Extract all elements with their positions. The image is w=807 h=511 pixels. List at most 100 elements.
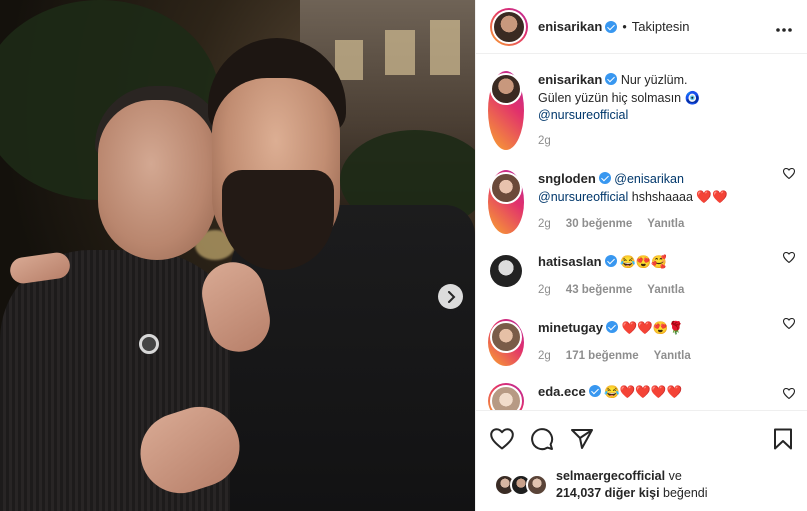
comment-likes[interactable]: 43 beğenme [566, 282, 632, 300]
story-ring[interactable] [488, 71, 524, 150]
brooch [139, 334, 159, 354]
post-side-panel: enisarikan • Takiptesin enisarikan Nur y… [475, 0, 807, 511]
comment-emojis: ❤️❤️😍🌹 [621, 320, 684, 335]
comment-likes[interactable]: 171 beğenme [566, 348, 639, 366]
header-username[interactable]: enisarikan [538, 19, 602, 34]
heart-outline-icon [782, 251, 796, 263]
comment-item: sngloden @enisarikan @nursureofficial hs… [476, 150, 807, 234]
comment-meta: 2g 30 beğenme Yanıtla [538, 216, 767, 234]
comment-meta: 2g 43 beğenme Yanıtla [538, 282, 767, 300]
liker-avatars [494, 474, 548, 496]
likes-connector: ve [668, 469, 682, 483]
comment-emojis: 😂❤️❤️❤️❤️ [604, 384, 683, 399]
comment-username[interactable]: sngloden [538, 171, 596, 186]
post-header: enisarikan • Takiptesin [476, 0, 807, 54]
avatar[interactable] [526, 474, 548, 496]
reply-button[interactable]: Yanıtla [647, 216, 684, 234]
bookmark-icon [774, 428, 792, 450]
caption-time[interactable]: 2g [538, 133, 551, 151]
caption-meta: 2g [538, 133, 767, 151]
comment-button[interactable] [530, 427, 554, 454]
comment-mention[interactable]: @enisarikan [614, 172, 684, 186]
heart-outline-icon [782, 317, 796, 329]
post-actions: selmaergecofficial ve 214,037 diğer kişi… [476, 410, 807, 510]
like-button[interactable] [490, 428, 514, 453]
action-bar [476, 411, 807, 454]
caption-mention[interactable]: @nursureofficial [538, 108, 628, 122]
comment-item: minetugay ❤️❤️😍🌹 2g 171 beğenme Yanıtla [476, 300, 807, 366]
reply-button[interactable]: Yanıtla [654, 348, 691, 366]
caption-text-line2: Gülen yüzün hiç solmasın [538, 90, 682, 105]
chevron-right-icon [447, 290, 455, 303]
post-photo[interactable] [0, 0, 475, 511]
comment-username[interactable]: eda.ece [538, 384, 586, 399]
verified-badge-icon [598, 172, 611, 184]
comment-time[interactable]: 2g [538, 216, 551, 234]
following-button[interactable]: Takiptesin [632, 19, 690, 34]
comment-emojis: 😂😍🥰 [620, 254, 667, 269]
more-horizontal-icon [776, 27, 792, 32]
paper-plane-icon [571, 429, 593, 449]
comment-username[interactable]: minetugay [538, 320, 603, 335]
avatar[interactable] [490, 172, 522, 204]
comment-item: hatisaslan 😂😍🥰 2g 43 beğenme Yanıtla [476, 234, 807, 300]
avatar[interactable] [490, 73, 522, 105]
like-comment-button[interactable] [782, 317, 796, 332]
likes-text: selmaergecofficial ve 214,037 diğer kişi… [556, 468, 708, 502]
avatar[interactable] [492, 9, 526, 44]
avatar-wrap [488, 253, 524, 300]
comment-meta: 2g 171 beğenme Yanıtla [538, 348, 767, 366]
like-comment-button[interactable] [782, 167, 796, 182]
woman-face [98, 100, 216, 260]
comment-likes[interactable]: 30 beğenme [566, 216, 632, 234]
like-comment-button[interactable] [782, 387, 796, 402]
story-ring[interactable] [488, 170, 524, 234]
window-light [385, 30, 415, 75]
separator: • [622, 19, 627, 34]
window-light [335, 40, 363, 80]
comment-body: minetugay ❤️❤️😍🌹 2g 171 beğenme Yanıtla [538, 319, 793, 366]
comment-body: hatisaslan 😂😍🥰 2g 43 beğenme Yanıtla [538, 253, 793, 300]
verified-badge-icon [604, 254, 617, 267]
save-button[interactable] [773, 428, 793, 453]
comment-emojis: ❤️❤️ [696, 189, 728, 204]
caption: enisarikan Nur yüzlüm. Gülen yüzün hiç s… [476, 55, 807, 150]
likes-count-link[interactable]: 214,037 diğer kişi [556, 486, 660, 500]
next-photo-button[interactable] [438, 284, 463, 309]
comment-body: sngloden @enisarikan @nursureofficial hs… [538, 170, 793, 234]
comment-username[interactable]: hatisaslan [538, 254, 602, 269]
story-ring[interactable] [488, 382, 524, 410]
heart-outline-icon [490, 428, 514, 450]
comment-body: eda.ece 😂❤️❤️❤️❤️ [538, 383, 793, 411]
avatar[interactable] [490, 254, 522, 287]
comment-time[interactable]: 2g [538, 348, 551, 366]
like-comment-button[interactable] [782, 251, 796, 266]
verified-badge-icon [606, 320, 619, 333]
comment-item: eda.ece 😂❤️❤️❤️❤️ [476, 366, 807, 411]
comments-list[interactable]: enisarikan Nur yüzlüm. Gülen yüzün hiç s… [476, 55, 807, 410]
more-options-button[interactable] [775, 18, 793, 36]
verified-badge-icon [605, 73, 618, 85]
heart-outline-icon [782, 387, 796, 399]
likes-suffix: beğendi [663, 486, 708, 500]
comment-mention[interactable]: @nursureofficial [538, 190, 628, 204]
window-light [430, 20, 460, 75]
comment-time[interactable]: 2g [538, 282, 551, 300]
avatar[interactable] [490, 384, 522, 410]
caption-username[interactable]: enisarikan [538, 72, 602, 87]
verified-badge-icon [588, 384, 601, 397]
story-ring[interactable] [490, 7, 528, 46]
comment-text: hshshaaaa [631, 189, 693, 204]
comment-bubble-icon [531, 428, 554, 451]
reply-button[interactable]: Yanıtla [647, 282, 684, 300]
share-button[interactable] [570, 428, 594, 453]
story-ring[interactable] [488, 318, 524, 366]
likes-summary: selmaergecofficial ve 214,037 diğer kişi… [476, 454, 807, 502]
heart-outline-icon [782, 167, 796, 180]
avatar[interactable] [490, 320, 522, 353]
top-liker-link[interactable]: selmaergecofficial [556, 469, 665, 483]
caption-body: enisarikan Nur yüzlüm. Gülen yüzün hiç s… [538, 71, 793, 150]
caption-text-line1: Nur yüzlüm. [620, 73, 688, 87]
verified-badge-icon [605, 20, 618, 33]
caption-emoji: 🧿 [684, 90, 701, 105]
